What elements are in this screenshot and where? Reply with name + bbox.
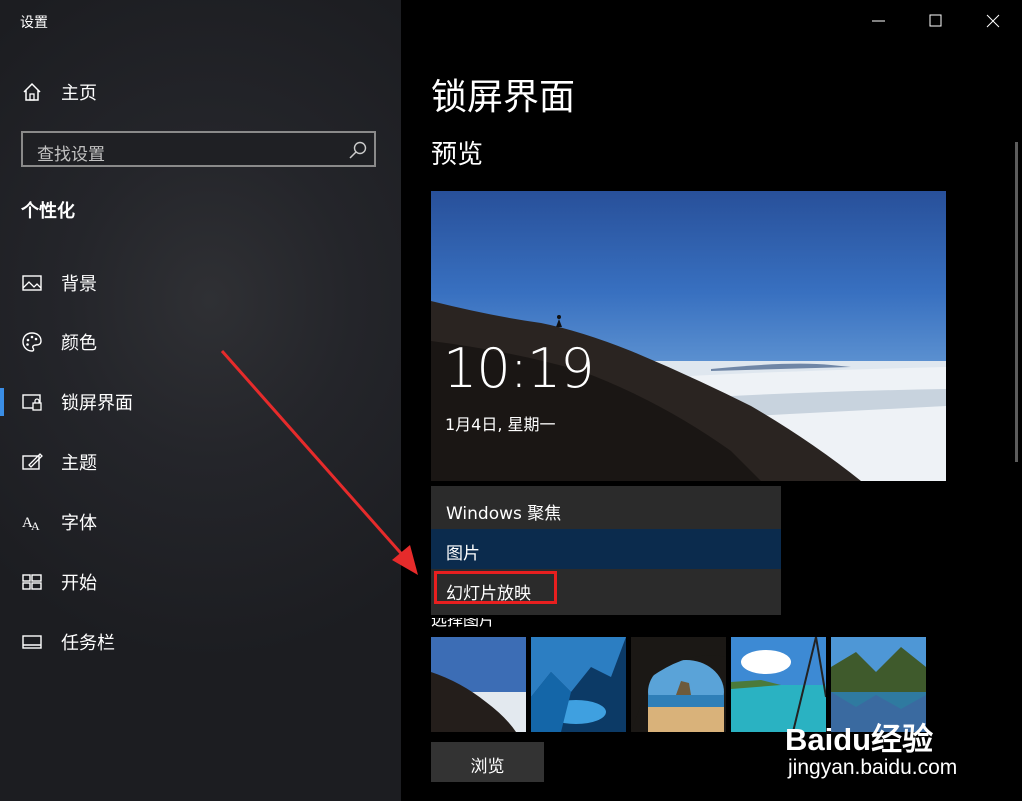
- option-windows-spotlight[interactable]: Windows 聚焦: [431, 489, 781, 529]
- sidebar-item-label: 背景: [61, 274, 97, 295]
- option-picture[interactable]: 图片: [431, 529, 781, 569]
- palette-icon: [22, 332, 42, 352]
- sidebar: 设置 主页 查找设置 个性化 背景 颜色 锁屏界面 主题 AA 字体 开始 任务…: [0, 0, 401, 801]
- sidebar-item-home[interactable]: 主页: [0, 72, 401, 112]
- picture-icon: [22, 275, 42, 291]
- picture-thumbnail[interactable]: [431, 637, 526, 732]
- app-title: 设置: [20, 15, 48, 31]
- preview-landscape: [431, 301, 946, 481]
- lock-screen-icon: [22, 394, 42, 411]
- sidebar-item-label: 锁屏界面: [61, 393, 133, 414]
- option-label: Windows 聚焦: [446, 504, 562, 524]
- sidebar-item-label: 任务栏: [61, 633, 115, 654]
- watermark-url: jingyan.baidu.com: [788, 756, 958, 779]
- minimize-button[interactable]: [850, 0, 908, 42]
- watermark-brand: Baidu经验: [785, 722, 934, 757]
- svg-text:A: A: [31, 519, 40, 533]
- picture-thumbnail[interactable]: [531, 637, 626, 732]
- search-placeholder: 查找设置: [37, 145, 105, 165]
- sidebar-item-home-label: 主页: [61, 83, 97, 104]
- option-label: 图片: [446, 544, 480, 564]
- lock-screen-preview: 10:19 1月4日, 星期一: [431, 191, 946, 481]
- browse-button-label: 浏览: [470, 757, 505, 777]
- preview-heading: 预览: [431, 140, 484, 170]
- main-content: 锁屏界面 预览 10:19 1月4日, 星期一 Windows 聚焦 图片 幻灯…: [401, 0, 1022, 801]
- thumbnail-image: [531, 637, 626, 732]
- background-dropdown-list[interactable]: Windows 聚焦 图片 幻灯片放映: [431, 486, 781, 615]
- option-slideshow[interactable]: 幻灯片放映: [431, 569, 781, 609]
- home-icon: [23, 82, 41, 101]
- search-input[interactable]: 查找设置: [21, 131, 376, 167]
- sidebar-item-label: 字体: [61, 513, 97, 534]
- section-header: 个性化: [21, 201, 75, 222]
- maximize-icon: [929, 14, 942, 27]
- minimize-icon: [872, 20, 885, 22]
- thumbnail-image: [631, 637, 726, 732]
- start-icon: [22, 574, 42, 590]
- font-icon: AA: [22, 515, 40, 533]
- sidebar-item-themes[interactable]: 主题: [0, 442, 401, 482]
- page-title: 锁屏界面: [431, 77, 576, 118]
- thumbnail-image: [431, 637, 526, 732]
- sidebar-item-colors[interactable]: 颜色: [0, 322, 401, 362]
- sidebar-item-lock-screen[interactable]: 锁屏界面: [0, 382, 401, 422]
- sidebar-item-background[interactable]: 背景: [0, 263, 401, 303]
- sidebar-item-label: 颜色: [61, 333, 97, 354]
- close-icon: [986, 14, 1000, 28]
- option-label: 幻灯片放映: [446, 584, 531, 604]
- sidebar-item-start[interactable]: 开始: [0, 562, 401, 602]
- preview-time: 10:19: [443, 337, 595, 400]
- maximize-button[interactable]: [907, 0, 965, 42]
- browse-button[interactable]: 浏览: [431, 742, 544, 782]
- close-button[interactable]: [964, 0, 1022, 42]
- taskbar-icon: [22, 635, 42, 649]
- search-icon[interactable]: [348, 140, 368, 160]
- sidebar-item-label: 开始: [61, 573, 97, 594]
- sidebar-item-label: 主题: [61, 453, 97, 474]
- picture-thumbnail[interactable]: [631, 637, 726, 732]
- sidebar-item-taskbar[interactable]: 任务栏: [0, 622, 401, 662]
- sidebar-item-fonts[interactable]: AA 字体: [0, 502, 401, 542]
- scrollbar[interactable]: [1015, 142, 1018, 462]
- theme-icon: [22, 453, 43, 470]
- preview-date: 1月4日, 星期一: [445, 415, 556, 434]
- baidu-watermark: Baidu经验 jingyan.baidu.com: [785, 706, 1015, 786]
